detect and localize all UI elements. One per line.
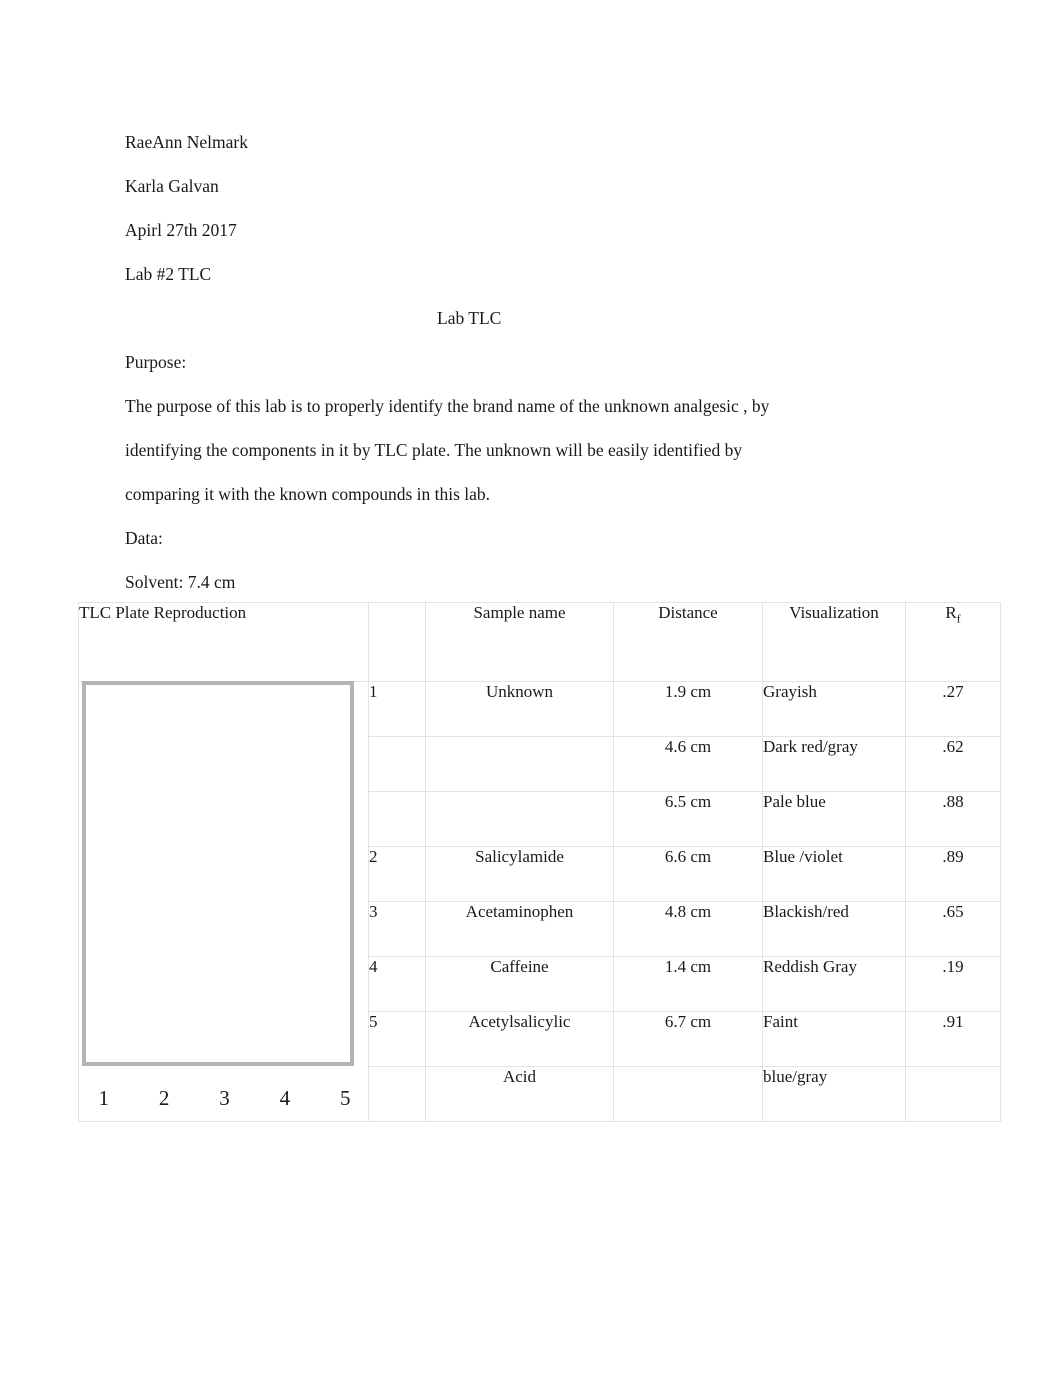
row-distance: 4.8 cm — [613, 901, 763, 957]
row-number: 5 — [368, 1011, 426, 1067]
row-rf: .19 — [905, 956, 1001, 1012]
row-sample-name — [425, 736, 614, 792]
page-title: Lab TLC — [437, 308, 502, 328]
row-sample-name: Acid — [425, 1066, 614, 1122]
row-rf: .88 — [905, 791, 1001, 847]
rf-main: R — [945, 603, 957, 622]
column-header-distance: Distance — [613, 602, 763, 682]
row-visualization: Reddish Gray — [762, 956, 906, 1012]
row-distance: 6.5 cm — [613, 791, 763, 847]
column-header-sample-name: Sample name — [425, 602, 614, 682]
row-rf: .62 — [905, 736, 1001, 792]
purpose-paragraph-line-1: The purpose of this lab is to properly i… — [125, 396, 770, 416]
row-visualization: Blue /violet — [762, 846, 906, 902]
row-sample-name: Acetylsalicylic — [425, 1011, 614, 1067]
document-page: RaeAnn Nelmark Karla Galvan Apirl 27th 2… — [0, 0, 1062, 1377]
student-name: RaeAnn Nelmark — [125, 132, 248, 152]
table-row: 1 Unknown 1.9 cm Grayish .27 — [78, 681, 1001, 1122]
row-visualization: Blackish/red — [762, 901, 906, 957]
table-header-row: TLC Plate Reproduction 1 2 3 4 5 Sample … — [78, 602, 1001, 1108]
row-sample-name: Caffeine — [425, 956, 614, 1012]
row-visualization: blue/gray — [762, 1066, 906, 1122]
tlc-results-table: TLC Plate Reproduction 1 2 3 4 5 Sample … — [78, 602, 1001, 1122]
row-number — [368, 736, 426, 792]
row-rf: .89 — [905, 846, 1001, 902]
row-sample-name: Salicylamide — [425, 846, 614, 902]
row-rf — [905, 1066, 1001, 1122]
lab-number: Lab #2 TLC — [125, 264, 212, 284]
row-distance: 1.9 cm — [613, 681, 763, 737]
row-number: 4 — [368, 956, 426, 1012]
row-distance: 6.7 cm — [613, 1011, 763, 1067]
row-sample-name: Unknown — [425, 681, 614, 737]
lab-date: Apirl 27th 2017 — [125, 220, 237, 240]
row-distance — [613, 1066, 763, 1122]
row-rf: .27 — [905, 681, 1001, 737]
data-label: Data: — [125, 528, 163, 548]
row-number — [368, 1066, 426, 1122]
row-rf: .91 — [905, 1011, 1001, 1067]
plate-reproduction-label: TLC Plate Reproduction — [79, 603, 247, 622]
solvent-value: Solvent: 7.4 cm — [125, 572, 236, 592]
row-visualization: Dark red/gray — [762, 736, 906, 792]
document-text-block: RaeAnn Nelmark Karla Galvan Apirl 27th 2… — [125, 120, 915, 604]
purpose-paragraph-line-3: comparing it with the known compounds in… — [125, 484, 491, 504]
table-body: 1 Unknown 1.9 cm Grayish .27 4.6 cm Dark… — [78, 681, 1001, 1122]
plate-drawing-cell — [78, 681, 369, 1122]
row-visualization: Faint — [762, 1011, 906, 1067]
row-number: 2 — [368, 846, 426, 902]
purpose-paragraph-line-2: identifying the components in it by TLC … — [125, 440, 743, 460]
row-sample-name: Acetaminophen — [425, 901, 614, 957]
column-header-rf: Rf — [905, 602, 1001, 682]
row-rf: .65 — [905, 901, 1001, 957]
row-number — [368, 791, 426, 847]
instructor-name: Karla Galvan — [125, 176, 219, 196]
row-number: 3 — [368, 901, 426, 957]
row-distance: 4.6 cm — [613, 736, 763, 792]
column-header-number — [368, 602, 426, 682]
row-sample-name — [425, 791, 614, 847]
rf-subscript: f — [956, 611, 961, 626]
row-visualization: Grayish — [762, 681, 906, 737]
column-header-visualization: Visualization — [762, 602, 906, 682]
purpose-label: Purpose: — [125, 352, 187, 372]
plate-reproduction-cell: TLC Plate Reproduction 1 2 3 4 5 — [78, 602, 369, 1108]
row-distance: 1.4 cm — [613, 956, 763, 1012]
row-distance: 6.6 cm — [613, 846, 763, 902]
row-number: 1 — [368, 681, 426, 737]
row-visualization: Pale blue — [762, 791, 906, 847]
